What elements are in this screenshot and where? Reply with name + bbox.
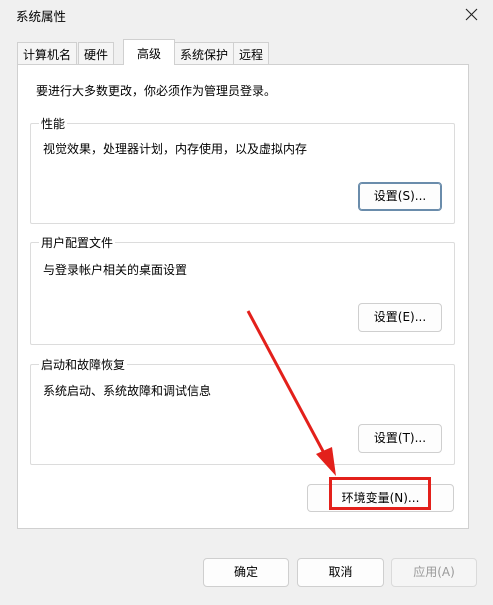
apply-button[interactable]: 应用(A)	[391, 558, 477, 587]
window-title: 系统属性	[16, 9, 67, 24]
cancel-button[interactable]: 取消	[297, 558, 384, 587]
performance-settings-button[interactable]: 设置(S)...	[358, 182, 442, 211]
tab-computer-name[interactable]: 计算机名	[17, 42, 78, 64]
startup-recovery-settings-button[interactable]: 设置(T)...	[358, 424, 442, 453]
user-profiles-description: 与登录帐户相关的桌面设置	[43, 263, 188, 277]
user-profiles-group: 用户配置文件 与登录帐户相关的桌面设置 设置(E)...	[30, 234, 455, 345]
tab-remote[interactable]: 远程	[233, 42, 270, 64]
performance-group-title: 性能	[39, 115, 68, 132]
user-profiles-settings-button[interactable]: 设置(E)...	[358, 303, 442, 332]
startup-recovery-group: 启动和故障恢复 系统启动、系统故障和调试信息 设置(T)...	[30, 356, 455, 465]
performance-description: 视觉效果，处理器计划，内存使用，以及虚拟内存	[43, 142, 308, 156]
admin-notice: 要进行大多数更改，你必须作为管理员登录。	[36, 84, 277, 98]
startup-recovery-group-title: 启动和故障恢复	[39, 356, 128, 373]
tab-system-protection[interactable]: 系统保护	[174, 42, 235, 64]
user-profiles-group-title: 用户配置文件	[39, 234, 116, 251]
startup-recovery-description: 系统启动、系统故障和调试信息	[43, 384, 212, 398]
tab-advanced[interactable]: 高级	[123, 39, 175, 65]
performance-group: 性能 视觉效果，处理器计划，内存使用，以及虚拟内存 设置(S)...	[30, 115, 455, 224]
close-button[interactable]	[450, 0, 493, 30]
environment-variables-button[interactable]: 环境变量(N)...	[307, 484, 454, 512]
ok-button[interactable]: 确定	[203, 558, 289, 587]
close-icon	[465, 8, 478, 21]
title-bar: 系统属性	[0, 0, 493, 32]
tab-hardware[interactable]: 硬件	[78, 42, 115, 64]
